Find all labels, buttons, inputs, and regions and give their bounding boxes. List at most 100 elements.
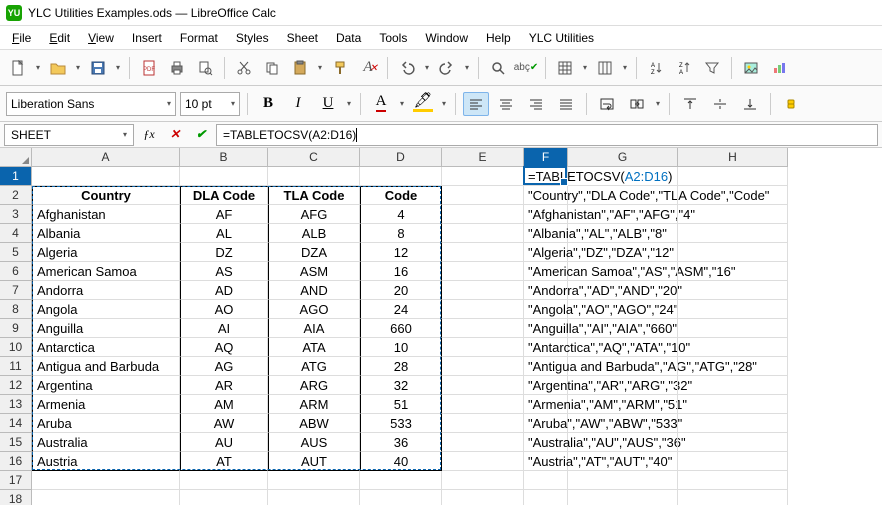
row-header-18[interactable]: 18 <box>0 490 32 505</box>
cell[interactable] <box>32 490 180 505</box>
cell[interactable] <box>180 471 268 490</box>
cell[interactable]: AI <box>180 319 268 338</box>
row-ops-dropdown[interactable]: ▾ <box>581 63 589 72</box>
spreadsheet-grid[interactable]: 123456789101112131415161718 ABCDEFGH =TA… <box>0 148 882 505</box>
cell[interactable] <box>524 471 568 490</box>
cell[interactable]: DLA Code <box>180 186 268 205</box>
cell[interactable] <box>678 224 788 243</box>
cut-button[interactable] <box>232 56 256 80</box>
cell[interactable] <box>268 167 360 186</box>
menu-edit[interactable]: Edit <box>41 28 78 48</box>
cell[interactable] <box>442 490 524 505</box>
cell[interactable]: AUT <box>268 452 360 471</box>
sort-desc-button[interactable]: ZA <box>672 56 696 80</box>
cell[interactable]: "Argentina","AR","ARG","32" <box>524 376 568 395</box>
merge-dropdown[interactable]: ▾ <box>654 99 662 108</box>
cell[interactable]: ATG <box>268 357 360 376</box>
cell[interactable] <box>678 319 788 338</box>
col-ops-button[interactable] <box>593 56 617 80</box>
cell[interactable]: 20 <box>360 281 442 300</box>
select-all-corner[interactable] <box>0 148 32 167</box>
cell[interactable] <box>442 224 524 243</box>
cell[interactable] <box>268 490 360 505</box>
cell[interactable]: Algeria <box>32 243 180 262</box>
cell[interactable]: 32 <box>360 376 442 395</box>
cell[interactable]: AO <box>180 300 268 319</box>
cell[interactable]: Austria <box>32 452 180 471</box>
cell[interactable] <box>678 205 788 224</box>
undo-dropdown[interactable]: ▾ <box>423 63 431 72</box>
cell[interactable] <box>568 281 678 300</box>
font-color-button[interactable]: A <box>368 92 394 116</box>
menu-tools[interactable]: Tools <box>371 28 415 48</box>
new-dropdown[interactable]: ▾ <box>34 63 42 72</box>
cell[interactable] <box>568 205 678 224</box>
cell[interactable]: AD <box>180 281 268 300</box>
col-header-B[interactable]: B <box>180 148 268 167</box>
menu-window[interactable]: Window <box>417 28 476 48</box>
function-wizard-button[interactable]: ƒx <box>138 124 160 146</box>
row-header-4[interactable]: 4 <box>0 224 32 243</box>
spellcheck-button[interactable]: abç✔ <box>514 56 538 80</box>
menu-file[interactable]: File <box>4 28 39 48</box>
cell[interactable]: 51 <box>360 395 442 414</box>
clone-formatting-button[interactable] <box>328 56 352 80</box>
cell[interactable] <box>442 433 524 452</box>
cell[interactable] <box>442 262 524 281</box>
menu-format[interactable]: Format <box>172 28 226 48</box>
cell[interactable]: =TABLETOCSV(A2:D16) <box>524 167 568 186</box>
cell[interactable] <box>568 319 678 338</box>
cell[interactable]: Antigua and Barbuda <box>32 357 180 376</box>
cell[interactable] <box>568 395 678 414</box>
cell[interactable] <box>678 186 788 205</box>
cells-area[interactable]: =TABLETOCSV(A2:D16)CountryDLA CodeTLA Co… <box>32 167 882 505</box>
menu-view[interactable]: View <box>80 28 122 48</box>
cell[interactable]: 40 <box>360 452 442 471</box>
cell[interactable] <box>568 471 678 490</box>
cell[interactable] <box>568 490 678 505</box>
row-header-3[interactable]: 3 <box>0 205 32 224</box>
paste-dropdown[interactable]: ▾ <box>316 63 324 72</box>
cell[interactable]: "Afghanistan","AF","AFG","4" <box>524 205 568 224</box>
cell[interactable]: AG <box>180 357 268 376</box>
cell[interactable]: AQ <box>180 338 268 357</box>
cell[interactable]: AFG <box>268 205 360 224</box>
cell[interactable] <box>678 395 788 414</box>
cell[interactable]: 660 <box>360 319 442 338</box>
col-header-F[interactable]: F <box>524 148 568 167</box>
cell[interactable] <box>568 300 678 319</box>
merge-cells-button[interactable] <box>624 92 650 116</box>
cell[interactable] <box>442 395 524 414</box>
cell[interactable] <box>442 300 524 319</box>
cell[interactable] <box>442 452 524 471</box>
save-dropdown[interactable]: ▾ <box>114 63 122 72</box>
cell[interactable]: TLA Code <box>268 186 360 205</box>
copy-button[interactable] <box>260 56 284 80</box>
row-header-2[interactable]: 2 <box>0 186 32 205</box>
cell[interactable] <box>360 167 442 186</box>
row-headers[interactable]: 123456789101112131415161718 <box>0 167 32 505</box>
row-header-13[interactable]: 13 <box>0 395 32 414</box>
cell[interactable]: "Country","DLA Code","TLA Code","Code" <box>524 186 568 205</box>
col-header-A[interactable]: A <box>32 148 180 167</box>
cell[interactable] <box>442 167 524 186</box>
cell[interactable]: ASM <box>268 262 360 281</box>
export-pdf-button[interactable]: PDF <box>137 56 161 80</box>
cell[interactable]: 10 <box>360 338 442 357</box>
row-header-1[interactable]: 1 <box>0 167 32 186</box>
row-header-5[interactable]: 5 <box>0 243 32 262</box>
cell[interactable]: ARM <box>268 395 360 414</box>
cell[interactable]: 16 <box>360 262 442 281</box>
accept-button[interactable]: ✔ <box>190 124 212 146</box>
cell[interactable] <box>524 490 568 505</box>
cell[interactable]: Albania <box>32 224 180 243</box>
cell[interactable]: "Albania","AL","ALB","8" <box>524 224 568 243</box>
cell[interactable]: AR <box>180 376 268 395</box>
cell[interactable] <box>442 243 524 262</box>
cell[interactable]: ATA <box>268 338 360 357</box>
cell[interactable]: Aruba <box>32 414 180 433</box>
cell[interactable] <box>568 414 678 433</box>
col-header-D[interactable]: D <box>360 148 442 167</box>
cell[interactable] <box>678 376 788 395</box>
cell[interactable]: Antarctica <box>32 338 180 357</box>
